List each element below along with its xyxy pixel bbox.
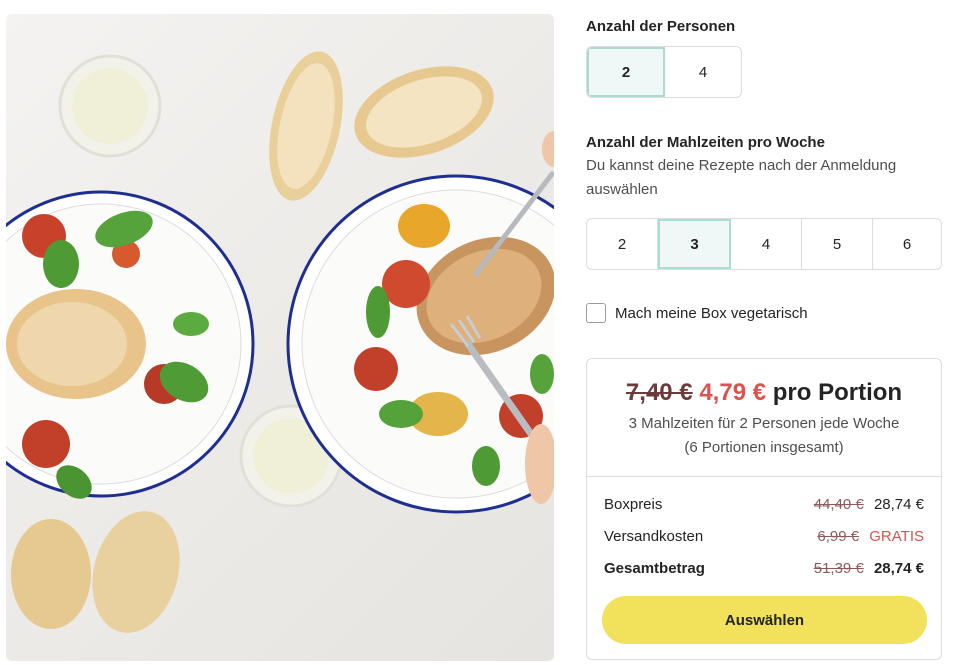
vegetarian-toggle[interactable]: Mach meine Box vegetarisch	[586, 303, 808, 323]
meals-option-6[interactable]: 6	[873, 219, 941, 269]
row-old-value: 6,99 €	[817, 528, 860, 545]
meals-option-5[interactable]: 5	[802, 219, 873, 269]
vegetarian-checkbox[interactable]	[586, 303, 606, 323]
persons-heading: Anzahl der Personen	[586, 18, 736, 35]
row-boxprice: Boxpreis 44,40 € 28,74 €	[604, 496, 924, 513]
meals-selector: 2 3 4 5 6	[586, 218, 942, 270]
meal-photo-illustration	[6, 51, 554, 633]
meals-hint: Du kannst deine Rezepte nach der Anmeldu…	[586, 157, 897, 198]
row-old-value: 44,40 €	[813, 496, 864, 513]
row-label: Gesamtbetrag	[604, 560, 705, 577]
portion-summary-line1: 3 Mahlzeiten für 2 Personen jede Woche	[628, 415, 900, 432]
vegetarian-label: Mach meine Box vegetarisch	[615, 304, 808, 322]
select-plan-button[interactable]: Auswählen	[602, 596, 927, 644]
row-value: 28,74 €	[873, 560, 924, 577]
meal-photo	[6, 14, 554, 661]
row-shipping: Versandkosten 6,99 € GRATIS	[604, 528, 924, 545]
new-price-per-portion: 4,79 €	[699, 379, 767, 406]
meals-option-4[interactable]: 4	[731, 219, 802, 269]
price-unit: pro Portion	[772, 379, 903, 406]
row-label: Versandkosten	[604, 528, 704, 545]
meals-option-2[interactable]: 2	[587, 219, 658, 269]
old-price-per-portion: 7,40 €	[625, 379, 693, 406]
row-total: Gesamtbetrag 51,39 € 28,74 €	[604, 560, 924, 577]
row-label: Boxpreis	[604, 496, 663, 513]
plan-configurator: Anzahl der Personen 2 4 Anzahl der Mahlz…	[586, 0, 942, 665]
meals-heading: Anzahl der Mahlzeiten pro Woche	[586, 134, 825, 151]
row-value: 28,74 €	[873, 496, 924, 513]
persons-selector: 2 4	[586, 46, 742, 98]
price-divider	[587, 476, 941, 477]
row-value: GRATIS	[869, 528, 924, 545]
row-old-value: 51,39 €	[813, 560, 864, 577]
price-per-portion: 7,40 € 4,79 € pro Portion	[587, 379, 941, 407]
persons-option-2[interactable]: 2	[587, 47, 665, 97]
portion-summary-line2: (6 Portionen insgesamt)	[684, 439, 844, 456]
portion-summary: 3 Mahlzeiten für 2 Personen jede Woche (…	[587, 412, 941, 460]
persons-option-4[interactable]: 4	[665, 47, 741, 97]
price-summary-card: 7,40 € 4,79 € pro Portion 3 Mahlzeiten f…	[586, 358, 942, 660]
meals-option-3[interactable]: 3	[658, 219, 731, 269]
